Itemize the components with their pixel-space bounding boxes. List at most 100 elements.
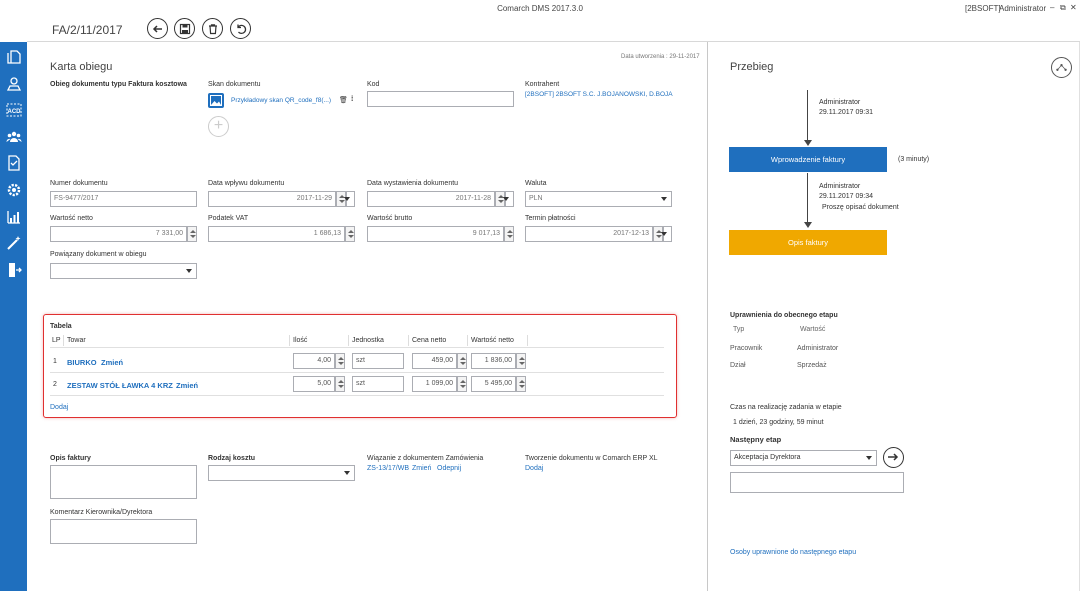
perm-r2-value: Sprzedaż — [797, 362, 827, 369]
add-row-link[interactable]: Dodaj — [50, 404, 68, 411]
row-price-input[interactable]: 459,00 — [412, 353, 457, 369]
save-button[interactable] — [174, 18, 195, 39]
code-input[interactable] — [367, 91, 514, 107]
delete-button[interactable] — [202, 18, 223, 39]
row-item-link[interactable]: BIURKO — [67, 358, 97, 367]
currency-label: Waluta — [525, 180, 547, 187]
add-scan-button[interactable]: + — [208, 116, 229, 137]
row-value-input[interactable]: 1 836,00 — [471, 353, 516, 369]
doc-no-input[interactable]: FS-9477/2017 — [50, 191, 197, 207]
currency-select[interactable]: PLN — [525, 191, 672, 207]
vat-input[interactable]: 1 686,13 — [208, 226, 345, 242]
time-value: 1 dzień, 23 godziny, 59 minut — [733, 419, 824, 426]
more-icon[interactable]: ⁞ — [351, 96, 353, 103]
order-link-label: Wiązanie z dokumentem Zamówienia — [367, 455, 484, 462]
comment-textarea[interactable] — [50, 519, 197, 544]
flow-diagram-button[interactable] — [1051, 57, 1072, 78]
title-bar: Comarch DMS 2017.3.0 [2BSOFT] Administra… — [0, 0, 1080, 18]
wizard-icon[interactable] — [4, 233, 23, 252]
receipt-date-input[interactable]: 2017-11-29 — [208, 191, 336, 207]
row-qty-spinner[interactable] — [335, 353, 345, 369]
next-stage-button[interactable] — [883, 447, 904, 468]
row-qty-input[interactable]: 5,00 — [293, 376, 335, 392]
row-value-spinner[interactable] — [516, 376, 526, 392]
col-separator — [467, 335, 468, 346]
exit-icon[interactable] — [4, 260, 23, 279]
row-value-spinner[interactable] — [516, 353, 526, 369]
restore-icon[interactable]: ⧉ — [1060, 3, 1066, 13]
row-unit-input[interactable]: szt — [352, 353, 404, 369]
row-price-input[interactable]: 1 099,00 — [412, 376, 457, 392]
gross-input[interactable]: 9 017,13 — [367, 226, 504, 242]
close-icon[interactable]: ✕ — [1070, 3, 1077, 12]
row-price-spinner[interactable] — [457, 353, 467, 369]
related-select[interactable] — [50, 263, 197, 279]
undo-button[interactable] — [230, 18, 251, 39]
comment-label: Komentarz Kierownika/Dyrektora — [50, 509, 153, 516]
row-unit-input[interactable]: szt — [352, 376, 404, 392]
next-users-link[interactable]: Osoby uprawnione do następnego etapu — [730, 549, 856, 556]
vat-spinner[interactable] — [345, 226, 355, 242]
created-date: Data utworzenia : 29-11-2017 — [621, 54, 700, 60]
gross-spinner[interactable] — [504, 226, 514, 242]
net-input[interactable]: 7 331,00 — [50, 226, 187, 242]
row-change-link[interactable]: Zmień — [101, 358, 123, 367]
company-label: [2BSOFT] — [965, 4, 1001, 13]
time-label: Czas na realizację zadania w etapie — [730, 404, 842, 411]
back-button[interactable] — [147, 18, 168, 39]
settings-icon[interactable] — [4, 180, 23, 199]
col-price: Cena netto — [412, 337, 447, 344]
row-qty-spinner[interactable] — [335, 376, 345, 392]
items-table-panel: Tabela LP Towar Ilość Jednostka Cena net… — [43, 314, 677, 418]
step-box-entry[interactable]: Wprowadzenie faktury — [729, 147, 887, 172]
net-spinner[interactable] — [187, 226, 197, 242]
due-date-dropdown[interactable] — [661, 226, 672, 242]
row-change-link[interactable]: Zmień — [176, 381, 198, 390]
next-stage-comment[interactable] — [730, 472, 904, 493]
users-icon[interactable] — [4, 127, 23, 146]
invoice-desc-textarea[interactable] — [50, 465, 197, 499]
scan-file-link[interactable]: Przykładowy skan QR_code_f8(...) — [231, 97, 331, 104]
cost-type-label: Rodzaj kosztu — [208, 455, 256, 462]
issue-date-input[interactable]: 2017-11-28 — [367, 191, 495, 207]
step1-user: Administrator — [819, 99, 861, 106]
col-separator — [408, 335, 409, 346]
table-row: 1 BIURKO Zmień 4,00 szt 459,00 1 836,00 — [50, 351, 664, 371]
section-title: Karta obiegu — [50, 61, 113, 73]
due-date-input[interactable]: 2017-12-13 — [525, 226, 653, 242]
row-item-link[interactable]: ZESTAW STÓŁ ŁAWKA 4 KRZ — [67, 381, 173, 390]
workstation-icon[interactable] — [4, 74, 23, 93]
documents-icon[interactable] — [4, 47, 23, 66]
col-item: Towar — [67, 337, 86, 344]
step-box-description[interactable]: Opis faktury — [729, 230, 887, 255]
trash-icon — [208, 23, 217, 34]
chart-icon[interactable] — [4, 207, 23, 226]
cost-type-select[interactable] — [208, 465, 355, 481]
col-lp: LP — [52, 337, 61, 344]
table-title: Tabela — [50, 323, 72, 330]
flow-arrow-2 — [807, 173, 808, 224]
contractor-link[interactable]: [2BSOFT] 2BSOFT S.C. J.BOJANOWSKI, D.BOJ… — [525, 91, 673, 98]
step2-user: Administrator — [819, 183, 861, 190]
row-lp: 1 — [53, 358, 57, 365]
issue-date-label: Data wystawienia dokumentu — [367, 180, 459, 187]
erp-add-link[interactable]: Dodaj — [525, 465, 543, 472]
receipt-date-dropdown[interactable] — [344, 191, 355, 207]
order-unlink-link[interactable]: Odepnij — [437, 465, 461, 472]
next-stage-select[interactable]: Akceptacja Dyrektora — [730, 450, 877, 466]
row-qty-input[interactable]: 4,00 — [293, 353, 335, 369]
acd-icon[interactable]: ACD — [4, 100, 23, 119]
step1-duration: (3 minuty) — [898, 156, 930, 163]
minimize-icon[interactable]: – — [1050, 3, 1054, 12]
row-value-input[interactable]: 5 495,00 — [471, 376, 516, 392]
order-change-link[interactable]: Zmień — [412, 465, 431, 472]
row-price-spinner[interactable] — [457, 376, 467, 392]
order-ref-link[interactable]: ZS-13/17/WB — [367, 465, 409, 472]
flow-title: Przebieg — [730, 61, 774, 73]
doc-no-label: Numer dokumentu — [50, 180, 108, 187]
perm-r2-type: Dział — [730, 362, 746, 369]
issue-date-dropdown[interactable] — [503, 191, 514, 207]
due-label: Termin płatności — [525, 215, 576, 222]
report-icon[interactable] — [4, 153, 23, 172]
trash-icon[interactable]: 🗑 — [339, 96, 348, 104]
